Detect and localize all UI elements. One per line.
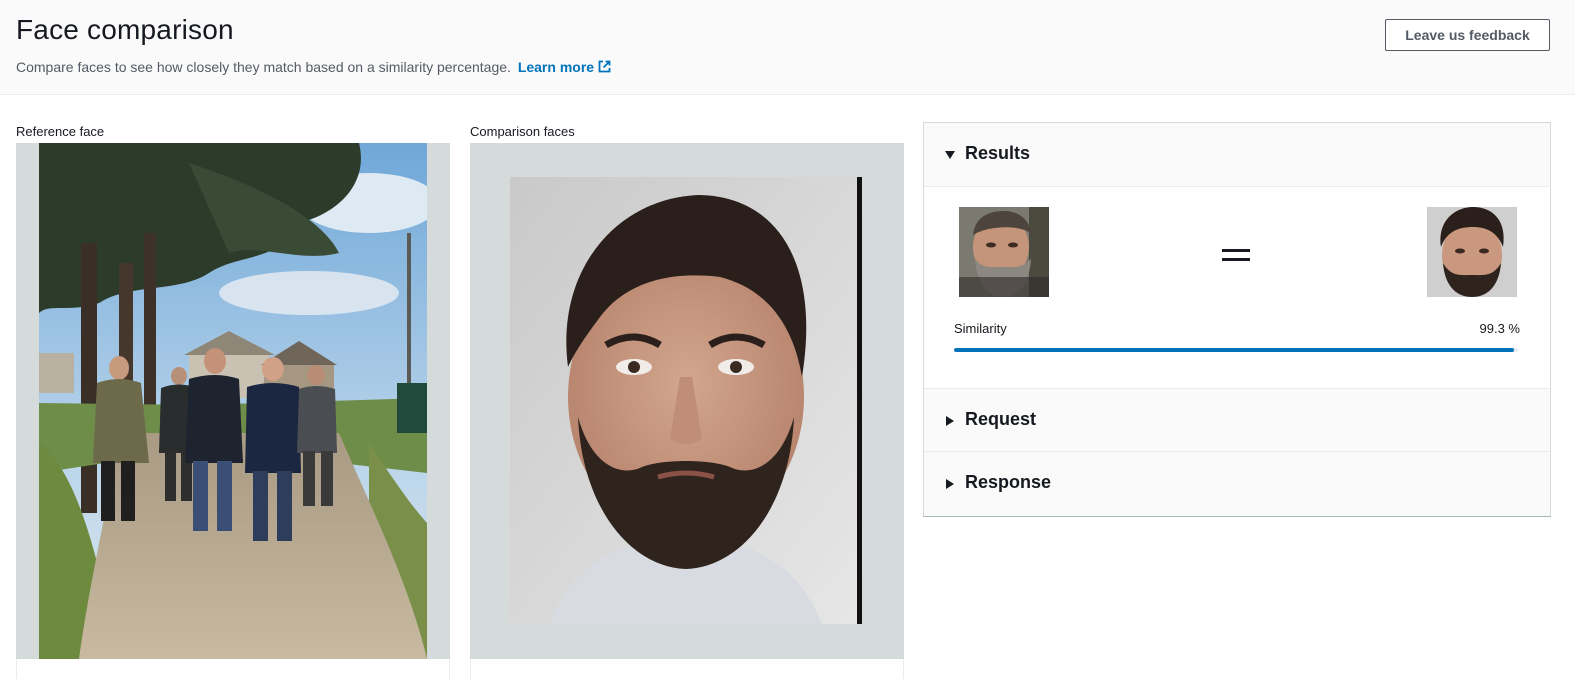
results-panel: Results Similarity 99.3 % Request Respon… (923, 122, 1551, 517)
comparison-face-thumbnail (1427, 207, 1517, 297)
reference-face-crop (959, 207, 1049, 297)
similarity-progress-fill (954, 348, 1515, 352)
caret-right-icon (946, 479, 954, 489)
similarity-progress-bar (954, 348, 1518, 352)
comparison-image-frame[interactable] (470, 143, 904, 659)
reference-panel-border (16, 659, 450, 679)
learn-more-link[interactable]: Learn more (518, 59, 611, 75)
similarity-label: Similarity (954, 321, 1007, 336)
page-title: Face comparison (16, 14, 234, 45)
results-section-header[interactable]: Results (924, 123, 1550, 187)
reference-image-frame[interactable] (16, 143, 450, 659)
request-title: Request (965, 409, 1037, 429)
reference-photo (39, 143, 427, 659)
reference-face-thumbnail (959, 207, 1049, 297)
comparison-faces-label: Comparison faces (470, 124, 575, 139)
similarity-value: 99.3 % (1479, 321, 1520, 336)
leave-feedback-button[interactable]: Leave us feedback (1385, 19, 1550, 51)
description-text: Compare faces to see how closely they ma… (16, 59, 511, 75)
page-description: Compare faces to see how closely they ma… (16, 59, 611, 75)
reference-face-label: Reference face (16, 124, 105, 139)
comparison-photo (510, 177, 862, 624)
results-body: Similarity 99.3 % (924, 187, 1550, 388)
equals-icon (1222, 249, 1252, 263)
comparison-face-crop (1427, 207, 1517, 297)
caret-down-icon (945, 151, 955, 159)
learn-more-label: Learn more (517, 59, 595, 75)
caret-right-icon (946, 416, 954, 426)
page-header: Face comparison Compare faces to see how… (0, 0, 1575, 95)
external-link-icon (598, 60, 611, 73)
comparison-panel-border (470, 659, 904, 679)
response-section-header[interactable]: Response (924, 452, 1550, 516)
response-title: Response (965, 472, 1052, 492)
request-section-header[interactable]: Request (924, 388, 1550, 452)
results-title: Results (965, 143, 1031, 163)
